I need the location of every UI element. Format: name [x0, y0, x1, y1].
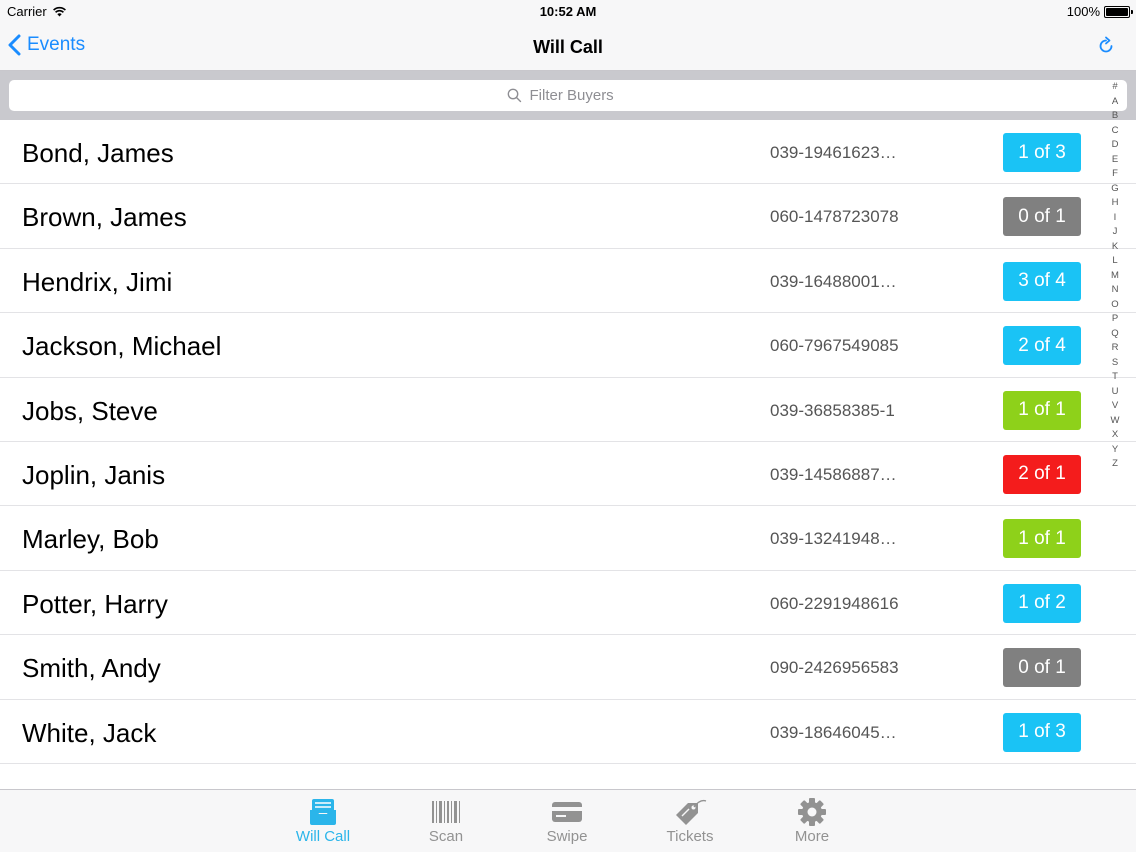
- gear-icon: [798, 798, 826, 826]
- table-row[interactable]: Potter, Harry 060-2291948616 1 of 2: [0, 570, 1136, 636]
- ticket-count-badge: 0 of 1: [1003, 197, 1081, 237]
- tab-label: Tickets: [666, 828, 714, 845]
- index-letter[interactable]: J: [1113, 225, 1118, 240]
- order-number: 039-14586887…: [770, 464, 897, 484]
- index-letter[interactable]: B: [1112, 109, 1118, 124]
- index-letter[interactable]: Y: [1112, 443, 1118, 458]
- refresh-button[interactable]: [1096, 36, 1116, 61]
- index-letter[interactable]: D: [1112, 138, 1119, 153]
- buyer-name: White, Jack: [22, 717, 157, 748]
- index-letter[interactable]: X: [1112, 428, 1118, 443]
- battery-percent: 100%: [1066, 4, 1100, 19]
- tab-label: Swipe: [546, 828, 588, 845]
- index-letter[interactable]: V: [1112, 399, 1118, 414]
- tab-label: Scan: [428, 828, 464, 845]
- buyer-name: Brown, James: [22, 202, 187, 233]
- tab-tickets[interactable]: Tickets: [645, 796, 735, 845]
- page-title: Will Call: [533, 37, 603, 57]
- section-index[interactable]: # A B C D E F G H I J K L M N O P Q R S T U V W X Y Z: [1109, 80, 1121, 472]
- tab-bar: Will Call Scan Swipe Tickets More: [0, 789, 1136, 852]
- table-row[interactable]: Jobs, Steve 039-36858385-1 1 of 1: [0, 377, 1136, 442]
- buyer-name: Hendrix, Jimi: [22, 266, 173, 297]
- ticket-count-badge: 1 of 1: [1003, 390, 1081, 430]
- credit-card-icon: [552, 802, 582, 822]
- index-letter[interactable]: E: [1112, 153, 1118, 168]
- tab-swipe[interactable]: Swipe: [522, 796, 612, 845]
- table-row[interactable]: White, Jack 039-18646045… 1 of 3: [0, 699, 1136, 764]
- tab-scan[interactable]: Scan: [401, 796, 491, 845]
- order-number: 090-2426956583: [770, 658, 899, 678]
- index-letter[interactable]: C: [1112, 124, 1119, 139]
- tab-will-call[interactable]: Will Call: [278, 796, 368, 845]
- buyer-name: Joplin, Janis: [22, 459, 166, 490]
- navigation-bar: Events Will Call: [0, 24, 1136, 71]
- order-number: 060-1478723078: [770, 207, 899, 227]
- index-letter[interactable]: A: [1112, 95, 1118, 110]
- buyer-name: Jackson, Michael: [22, 331, 222, 362]
- index-letter[interactable]: W: [1111, 414, 1120, 429]
- index-letter[interactable]: S: [1112, 356, 1118, 371]
- ticket-count-badge: 1 of 1: [1003, 519, 1081, 559]
- index-letter[interactable]: Z: [1112, 457, 1118, 472]
- buyer-name: Marley, Bob: [22, 524, 159, 555]
- tab-label: Will Call: [295, 828, 351, 845]
- refresh-icon: [1099, 36, 1113, 53]
- status-bar: Carrier 10:52 AM 100%: [0, 0, 1136, 24]
- table-row[interactable]: Joplin, Janis 039-14586887… 2 of 1: [0, 441, 1136, 507]
- index-letter[interactable]: K: [1112, 240, 1118, 255]
- index-letter[interactable]: N: [1112, 283, 1119, 298]
- index-letter[interactable]: #: [1112, 80, 1117, 95]
- status-time: 10:52 AM: [539, 4, 597, 19]
- inbox-tray-icon: [310, 799, 336, 825]
- index-letter[interactable]: L: [1112, 254, 1117, 269]
- index-letter[interactable]: Q: [1111, 327, 1118, 342]
- order-number: 039-13241948…: [770, 529, 897, 549]
- ticket-tag-icon: [676, 799, 707, 825]
- ticket-count-badge: 1 of 3: [1003, 133, 1081, 172]
- ticket-count-badge: 3 of 4: [1003, 261, 1081, 301]
- index-letter[interactable]: U: [1112, 385, 1119, 400]
- table-row[interactable]: Bond, James 039-19461623… 1 of 3: [0, 120, 1136, 185]
- ticket-count-badge: 1 of 3: [1003, 712, 1081, 752]
- index-letter[interactable]: O: [1111, 298, 1118, 313]
- ticket-count-badge: 2 of 4: [1003, 326, 1081, 366]
- ticket-count-badge: 2 of 1: [1003, 454, 1081, 494]
- buyer-name: Bond, James: [22, 138, 174, 168]
- index-letter[interactable]: M: [1111, 269, 1119, 284]
- index-letter[interactable]: T: [1112, 370, 1118, 385]
- table-row[interactable]: Hendrix, Jimi 039-16488001… 3 of 4: [0, 248, 1136, 314]
- tab-label: More: [794, 828, 830, 845]
- table-row[interactable]: Jackson, Michael 060-7967549085 2 of 4: [0, 313, 1136, 378]
- ticket-count-badge: 1 of 2: [1003, 583, 1081, 623]
- table-row[interactable]: Marley, Bob 039-13241948… 1 of 1: [0, 506, 1136, 571]
- battery-info: 100%: [1066, 4, 1133, 19]
- order-number: 039-16488001…: [770, 271, 897, 291]
- index-letter[interactable]: R: [1112, 341, 1119, 356]
- search-area: [0, 71, 1136, 120]
- order-number: 060-7967549085: [770, 336, 899, 356]
- index-letter[interactable]: F: [1112, 167, 1118, 182]
- buyer-list: Bond, James 039-19461623… 1 of 3 Brown, …: [0, 120, 1136, 764]
- tab-more[interactable]: More: [767, 796, 857, 845]
- index-letter[interactable]: H: [1112, 196, 1119, 211]
- search-input[interactable]: [529, 87, 630, 104]
- index-letter[interactable]: G: [1111, 182, 1118, 197]
- search-box[interactable]: [9, 80, 1127, 111]
- order-number: 039-18646045…: [770, 722, 897, 742]
- index-letter[interactable]: I: [1114, 211, 1117, 226]
- order-number: 060-2291948616: [770, 593, 899, 613]
- buyer-name: Jobs, Steve: [22, 395, 158, 426]
- table-row[interactable]: Brown, James 060-1478723078 0 of 1: [0, 184, 1136, 249]
- search-icon: [507, 88, 521, 103]
- order-number: 039-36858385-1: [770, 400, 895, 420]
- ticket-count-badge: 0 of 1: [1003, 648, 1081, 688]
- buyer-name: Potter, Harry: [22, 588, 168, 619]
- table-row[interactable]: Smith, Andy 090-2426956583 0 of 1: [0, 635, 1136, 700]
- index-letter[interactable]: P: [1112, 312, 1118, 327]
- barcode-icon: [432, 801, 460, 823]
- battery-icon: [1104, 5, 1133, 18]
- buyer-name: Smith, Andy: [22, 653, 161, 684]
- order-number: 039-19461623…: [770, 143, 897, 162]
